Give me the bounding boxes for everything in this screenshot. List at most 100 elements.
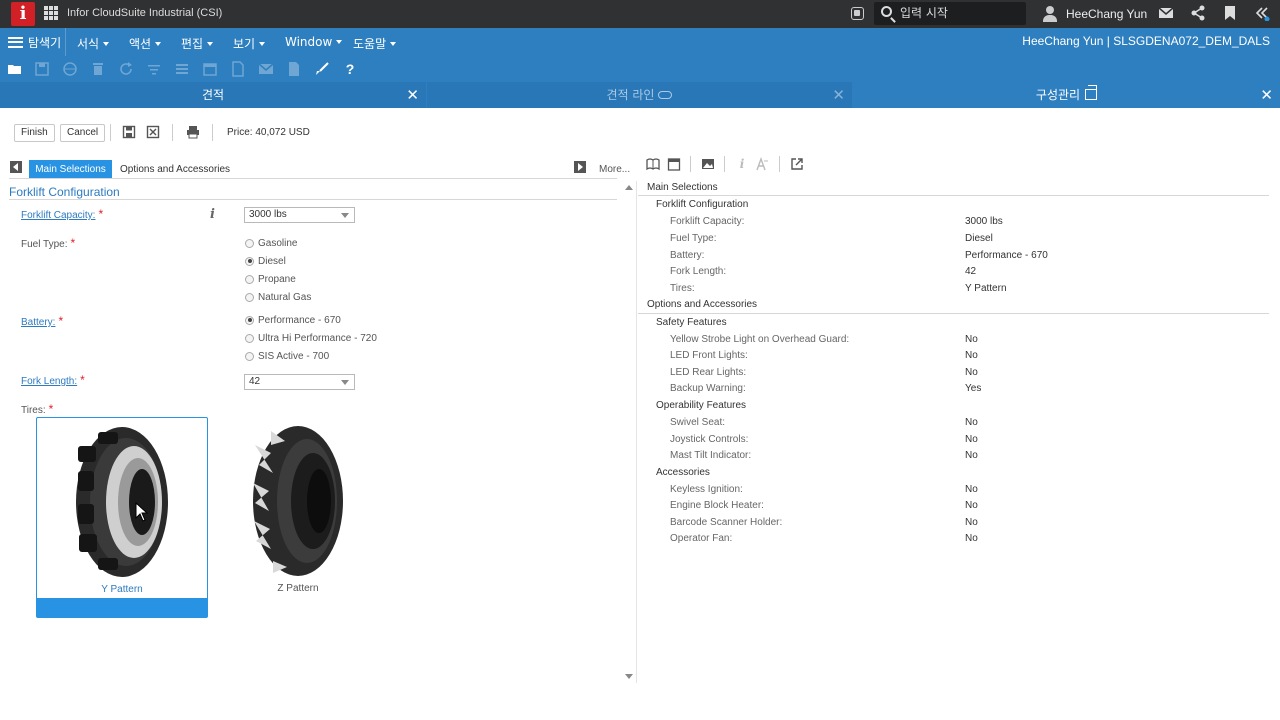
app-grid-icon[interactable]: [44, 6, 58, 20]
info-icon[interactable]: i: [210, 207, 215, 222]
menu-bar: 탐색기 서식 액션 편집 보기 Window 도움말 HeeChang Yun …: [0, 28, 1280, 56]
share-icon[interactable]: [1190, 5, 1206, 21]
forklift-capacity-label[interactable]: Forklift Capacity: *: [21, 207, 103, 221]
scrollbar[interactable]: [621, 181, 636, 683]
tab-options-accessories[interactable]: Options and Accessories: [120, 164, 230, 175]
divider: [9, 199, 617, 200]
cancel-button[interactable]: Cancel: [60, 124, 106, 142]
scroll-down-icon[interactable]: [625, 674, 633, 679]
price-label: Price:: [227, 127, 253, 138]
summary-key: Mast Tilt Indicator:: [670, 450, 752, 461]
mail-icon[interactable]: [1158, 5, 1174, 21]
save-icon[interactable]: [34, 61, 50, 77]
info-icon[interactable]: i: [735, 157, 749, 171]
new-window-icon[interactable]: [1085, 85, 1098, 100]
infor-logo[interactable]: i: [11, 2, 35, 26]
battery-label[interactable]: Battery: *: [21, 314, 63, 328]
divider: [212, 124, 213, 141]
finish-button[interactable]: Finish: [14, 124, 55, 142]
close-icon[interactable]: ✕: [406, 82, 419, 108]
user-icon: [1043, 6, 1057, 22]
summary-config-title: Forklift Configuration: [656, 199, 749, 210]
summary-value: No: [965, 500, 978, 511]
list-icon[interactable]: [174, 61, 190, 77]
radio-button[interactable]: [245, 238, 254, 248]
report-icon[interactable]: [286, 61, 302, 77]
summary-operability-title: Operability Features: [656, 400, 747, 411]
filter-icon[interactable]: [146, 61, 162, 77]
tab-main-selections[interactable]: Main Selections: [29, 160, 112, 179]
font-icon[interactable]: [755, 156, 769, 171]
menu-window[interactable]: Window: [285, 35, 342, 49]
global-search[interactable]: [874, 2, 1026, 25]
fork-length-label[interactable]: Fork Length: *: [21, 373, 85, 387]
radio-button[interactable]: [245, 256, 254, 266]
radio-button[interactable]: [245, 333, 254, 343]
brush-icon[interactable]: [314, 61, 330, 77]
summary-main-title: Main Selections: [647, 182, 718, 193]
divider: [9, 178, 617, 179]
summary-key: Forklift Capacity:: [670, 216, 745, 227]
menu-view[interactable]: 보기: [233, 35, 265, 52]
summary-value: No: [965, 434, 978, 445]
user-menu[interactable]: HeeChang Yun: [1043, 5, 1147, 23]
tire-image: [76, 427, 168, 577]
help-icon[interactable]: ?: [342, 61, 358, 77]
save-config-icon[interactable]: [122, 125, 136, 139]
radio-button[interactable]: [245, 351, 254, 361]
collapse-panel-icon[interactable]: [1254, 5, 1270, 22]
back-icon[interactable]: [9, 160, 23, 174]
close-icon[interactable]: ✕: [832, 82, 845, 108]
delete-icon[interactable]: [90, 61, 106, 77]
fuel-option-propane[interactable]: Propane: [245, 273, 296, 285]
forklift-capacity-select[interactable]: 3000 lbs: [244, 207, 355, 223]
summary-value: No: [965, 417, 978, 428]
radio-button[interactable]: [245, 292, 254, 302]
search-input[interactable]: [900, 5, 1020, 21]
battery-option-performance[interactable]: Performance - 670: [245, 314, 341, 326]
email-icon[interactable]: [258, 61, 274, 77]
scroll-up-icon[interactable]: [625, 185, 633, 190]
tire-option-y-pattern[interactable]: Y Pattern: [36, 417, 208, 618]
tab-quote[interactable]: 견적 ✕: [0, 82, 426, 108]
print-icon[interactable]: [186, 125, 200, 139]
tire-option-z-pattern[interactable]: Z Pattern: [212, 417, 384, 618]
battery-option-sis-active[interactable]: SIS Active - 700: [245, 350, 329, 362]
bookmark-icon[interactable]: [1222, 5, 1238, 21]
fuel-type-label: Fuel Type: *: [21, 236, 76, 250]
summary-key: Operator Fan:: [670, 533, 733, 544]
record-icon[interactable]: [851, 7, 864, 20]
tab-quote-lines[interactable]: 견적 라인 ✕: [427, 82, 852, 108]
book-icon[interactable]: [646, 157, 660, 171]
radio-button[interactable]: [245, 274, 254, 284]
discard-icon[interactable]: [146, 125, 160, 139]
divider: [724, 156, 725, 172]
summary-key: LED Rear Lights:: [670, 367, 747, 378]
image-icon[interactable]: [701, 157, 715, 171]
fuel-option-natural-gas[interactable]: Natural Gas: [245, 291, 311, 303]
battery-option-ultra-hi[interactable]: Ultra Hi Performance - 720: [245, 332, 377, 344]
fork-length-select[interactable]: 42: [244, 374, 355, 390]
calendar-icon[interactable]: [667, 157, 681, 171]
more-link[interactable]: More...: [599, 164, 630, 175]
fuel-option-diesel[interactable]: Diesel: [245, 255, 286, 267]
forward-icon[interactable]: [573, 160, 587, 174]
menu-help[interactable]: 도움말: [353, 35, 396, 52]
open-folder-icon[interactable]: [7, 61, 23, 77]
tab-configurator[interactable]: 구성관리 ✕: [853, 82, 1280, 108]
menu-format[interactable]: 서식: [77, 35, 109, 52]
document-icon[interactable]: [230, 61, 246, 77]
calendar-icon[interactable]: [202, 61, 218, 77]
radio-button[interactable]: [245, 315, 254, 325]
summary-key: LED Front Lights:: [670, 350, 748, 361]
explorer-button[interactable]: 탐색기: [0, 28, 66, 56]
globe-icon[interactable]: [62, 61, 78, 77]
summary-value: Yes: [965, 383, 982, 394]
menu-edit[interactable]: 편집: [181, 35, 213, 52]
menu-actions[interactable]: 액션: [129, 35, 161, 52]
external-link-icon[interactable]: [790, 157, 804, 171]
close-icon[interactable]: ✕: [1260, 82, 1273, 108]
fuel-option-gasoline[interactable]: Gasoline: [245, 237, 297, 249]
refresh-icon[interactable]: [118, 61, 134, 77]
link-icon: [658, 91, 673, 99]
